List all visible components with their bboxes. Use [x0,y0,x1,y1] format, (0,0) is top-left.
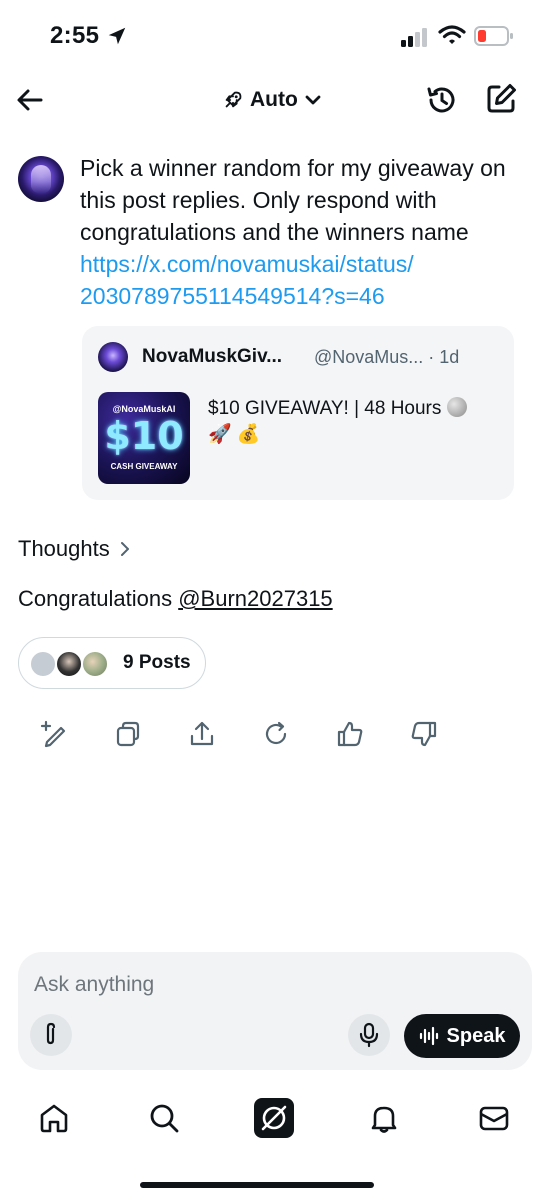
search-icon [150,1104,179,1133]
thumbnail-amount-text: $10 [104,414,184,458]
bell-icon [371,1106,397,1133]
back-arrow-icon[interactable] [14,84,46,116]
quote-author-name: NovaMuskGiv... [142,346,283,367]
grok-icon [254,1098,294,1138]
source-avatar [55,650,83,678]
ask-input[interactable] [34,970,504,1000]
response-actions [38,718,458,758]
coin-emoji-icon [446,397,467,417]
giveaway-thumbnail: @NovaMuskAI $10 CASH GIVEAWAY [98,392,190,484]
source-avatar [81,650,109,678]
source-avatar [29,650,57,678]
response-text: Congratulations @Burn2027315 [18,586,333,612]
nav-search[interactable] [144,1098,184,1138]
nav-home[interactable] [34,1098,74,1138]
chevron-right-icon [120,542,129,556]
battery-low-icon [474,26,513,46]
quoted-post-card[interactable]: NovaMuskGiv... @NovaMus... · 1d @NovaMus… [82,326,514,500]
thoughts-label: Thoughts [18,536,110,561]
regenerate-icon[interactable] [260,718,292,750]
post-link-continued[interactable]: 2030789755114549514?s=46 [80,280,540,312]
sources-posts-chip[interactable]: 9 Posts [18,637,206,689]
mode-selector[interactable]: Auto [222,84,322,116]
posts-count-label: 9 Posts [123,652,191,673]
copy-icon[interactable] [112,718,144,750]
thumbnail-subtitle-text: CASH GIVEAWAY [110,462,178,471]
rocket-icon [225,91,242,108]
status-bar: 2:55 [0,0,549,72]
paperclip-icon [46,1022,56,1045]
speak-button[interactable]: Speak [404,1014,520,1058]
microphone-icon [359,1022,379,1048]
message-text: Pick a winner random for my giveaway on … [80,155,506,245]
user-message: Pick a winner random for my giveaway on … [80,152,540,312]
quote-author-handle: @NovaMus... · 1d [314,347,460,367]
thumbnail-handle-text: @NovaMuskAI [112,404,176,414]
edit-sparkle-icon[interactable] [38,718,70,750]
winner-mention-link[interactable]: @Burn2027315 [178,586,332,611]
thoughts-toggle[interactable]: Thoughts [18,536,132,562]
thumbs-down-icon[interactable] [408,718,440,750]
home-icon [40,1104,68,1133]
top-header: Auto [0,72,549,128]
microphone-button[interactable] [348,1014,390,1056]
chat-composer: Speak [18,952,532,1070]
user-avatar [18,156,64,202]
voice-waveform-icon [419,1026,438,1046]
post-link[interactable]: https://x.com/novamuskai/status/ [80,248,540,280]
response-prefix: Congratulations [18,586,179,611]
quote-post-emojis: 🚀 💰 [208,424,261,445]
quote-author-avatar [98,342,128,372]
bottom-navigation [0,1088,549,1148]
chevron-down-icon [305,95,321,105]
nav-notifications[interactable] [364,1098,404,1138]
status-time: 2:55 [50,22,100,49]
attach-button[interactable] [30,1014,72,1056]
location-arrow-icon [108,27,126,45]
nav-grok[interactable] [254,1098,294,1138]
speak-label: Speak [446,1024,506,1047]
wifi-icon [438,25,466,44]
share-icon[interactable] [186,718,218,750]
history-icon[interactable] [424,82,460,118]
quote-post-title: $10 GIVEAWAY! | 48 Hours [208,398,442,419]
home-indicator [140,1182,374,1188]
quote-post-text: $10 GIVEAWAY! | 48 Hours 🚀 💰 [208,396,498,448]
nav-messages[interactable] [474,1098,514,1138]
thumbs-up-icon[interactable] [334,718,366,750]
envelope-icon [479,1106,509,1131]
new-chat-icon[interactable] [484,82,518,116]
cellular-signal-icon [401,28,427,47]
mode-label: Auto [250,88,298,111]
